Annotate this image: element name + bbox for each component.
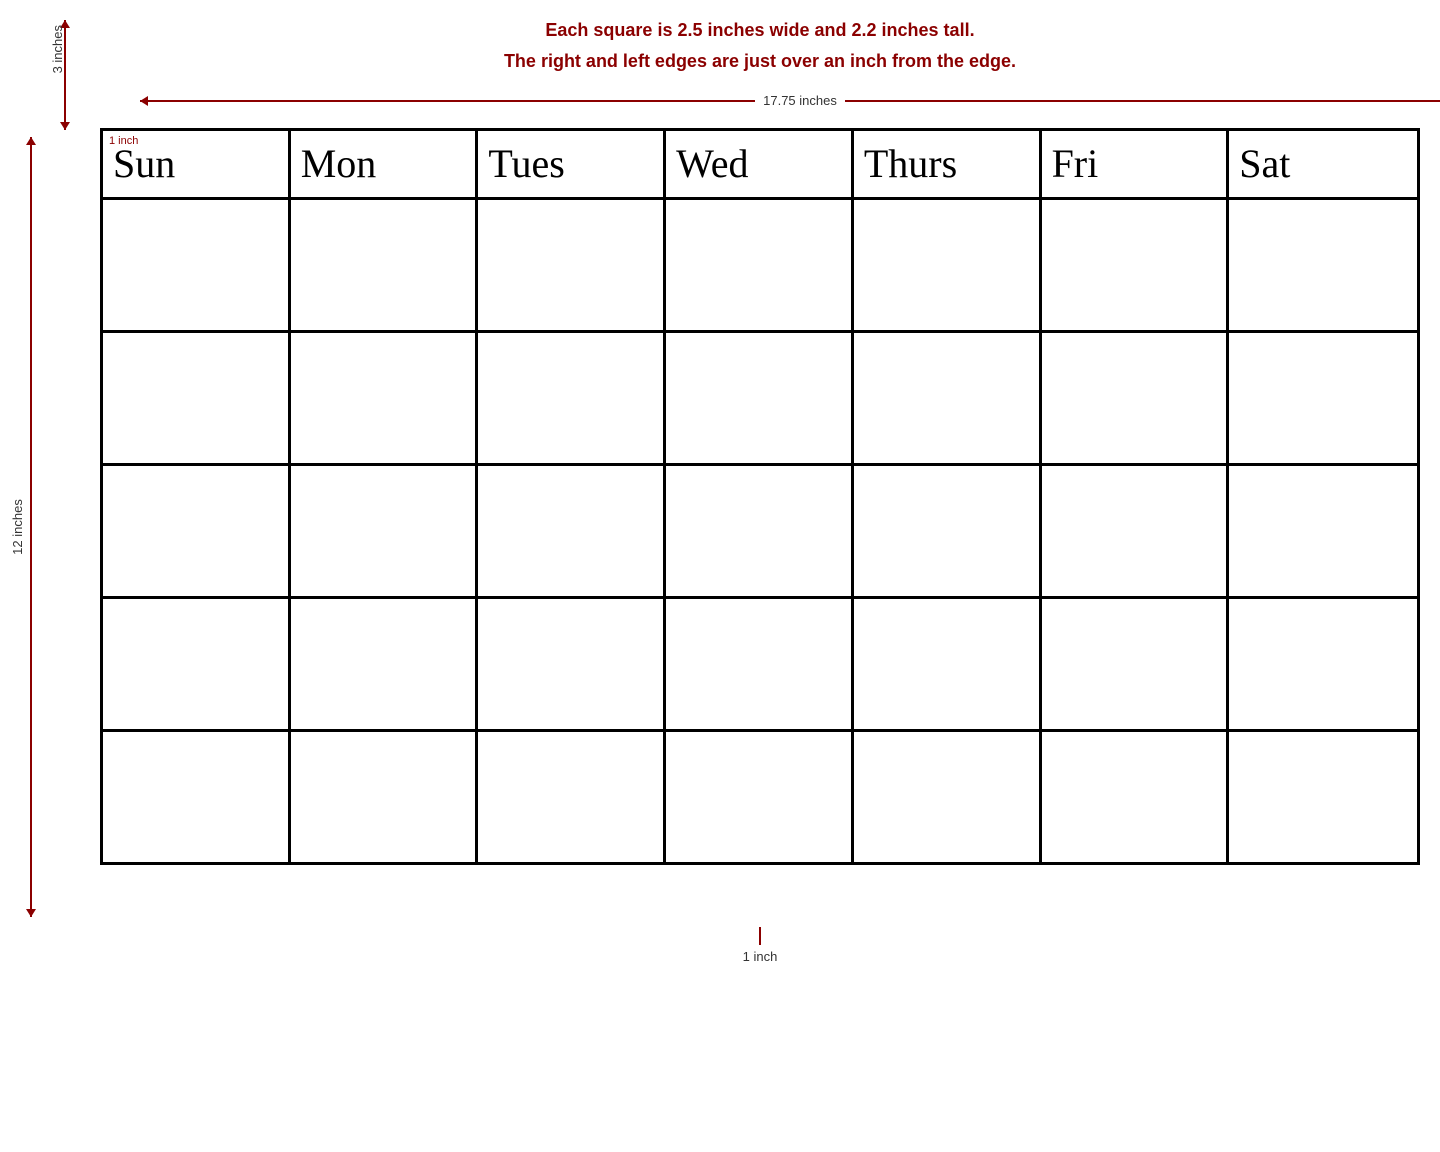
- day-label-thu: Thurs: [864, 144, 957, 184]
- calendar-row-1: [103, 200, 1417, 333]
- day-header-sat: Sat: [1229, 131, 1417, 197]
- cell-r1-tue: [478, 200, 666, 330]
- top-height-annotation: 3 inches: [50, 20, 80, 130]
- cell-r3-thu: [854, 466, 1042, 596]
- width-annotation: 17.75 inches: [140, 88, 1440, 112]
- cell-r4-sat: [1229, 599, 1417, 729]
- bottom-tick-line: [759, 927, 761, 945]
- three-inches-label: 3 inches: [50, 25, 65, 73]
- cell-r4-mon: [291, 599, 479, 729]
- day-header-tue: Tues: [478, 131, 666, 197]
- cell-r3-sun: [103, 466, 291, 596]
- cell-r2-wed: [666, 333, 854, 463]
- calendar-row-4: [103, 599, 1417, 732]
- page-wrapper: 3 inches Each square is 2.5 inches wide …: [0, 0, 1440, 1152]
- day-label-sun: Sun: [113, 144, 175, 184]
- cell-r5-fri: [1042, 732, 1230, 862]
- cell-r4-tue: [478, 599, 666, 729]
- calendar-header: 1 inch Sun Mon Tues Wed Thurs: [103, 131, 1417, 200]
- cell-r3-sat: [1229, 466, 1417, 596]
- day-header-mon: Mon: [291, 131, 479, 197]
- cell-r4-thu: [854, 599, 1042, 729]
- day-label-fri: Fri: [1052, 144, 1099, 184]
- cell-r1-fri: [1042, 200, 1230, 330]
- day-label-wed: Wed: [676, 144, 748, 184]
- cell-r1-sun: [103, 200, 291, 330]
- cell-r5-sun: [103, 732, 291, 862]
- cell-r2-mon: [291, 333, 479, 463]
- day-label-tue: Tues: [488, 144, 564, 184]
- cell-r2-fri: [1042, 333, 1230, 463]
- cell-r2-sat: [1229, 333, 1417, 463]
- cell-r5-mon: [291, 732, 479, 862]
- bottom-annotation: 1 inch: [100, 927, 1420, 964]
- calendar-grid: 1 inch Sun Mon Tues Wed Thurs: [100, 128, 1420, 865]
- cell-r1-thu: [854, 200, 1042, 330]
- main-height-annotation: 12 inches: [30, 128, 32, 925]
- day-header-fri: Fri: [1042, 131, 1230, 197]
- cell-r5-sat: [1229, 732, 1417, 862]
- cell-r4-wed: [666, 599, 854, 729]
- cell-r4-sun: [103, 599, 291, 729]
- top-text-line2: The right and left edges are just over a…: [504, 51, 1016, 72]
- cell-r5-tue: [478, 732, 666, 862]
- cell-r5-thu: [854, 732, 1042, 862]
- twelve-inches-label: 12 inches: [10, 499, 25, 555]
- width-label: 17.75 inches: [755, 93, 845, 108]
- cell-r3-tue: [478, 466, 666, 596]
- cell-r2-sun: [103, 333, 291, 463]
- top-text-block: Each square is 2.5 inches wide and 2.2 i…: [504, 20, 1016, 72]
- calendar-row-5: [103, 732, 1417, 862]
- one-inch-label: 1 inch: [109, 135, 138, 147]
- calendar-row-3: [103, 466, 1417, 599]
- top-text-line1: Each square is 2.5 inches wide and 2.2 i…: [504, 20, 1016, 41]
- calendar-body: [103, 200, 1417, 862]
- cell-r3-mon: [291, 466, 479, 596]
- day-header-sun: 1 inch Sun: [103, 131, 291, 197]
- top-annotations: 3 inches Each square is 2.5 inches wide …: [20, 20, 1420, 118]
- cell-r1-sat: [1229, 200, 1417, 330]
- day-label-sat: Sat: [1239, 144, 1290, 184]
- cell-r4-fri: [1042, 599, 1230, 729]
- main-layout: 12 inches 1 inch Sun Mon Tues: [20, 128, 1420, 925]
- cell-r3-fri: [1042, 466, 1230, 596]
- cell-r5-wed: [666, 732, 854, 862]
- bottom-tick-container: 1 inch: [743, 927, 778, 964]
- cell-r1-mon: [291, 200, 479, 330]
- cell-r3-wed: [666, 466, 854, 596]
- day-header-wed: Wed: [666, 131, 854, 197]
- bottom-label: 1 inch: [743, 949, 778, 964]
- cell-r2-thu: [854, 333, 1042, 463]
- day-label-mon: Mon: [301, 144, 377, 184]
- cell-r1-wed: [666, 200, 854, 330]
- day-header-thu: Thurs: [854, 131, 1042, 197]
- cell-r2-tue: [478, 333, 666, 463]
- calendar-row-2: [103, 333, 1417, 466]
